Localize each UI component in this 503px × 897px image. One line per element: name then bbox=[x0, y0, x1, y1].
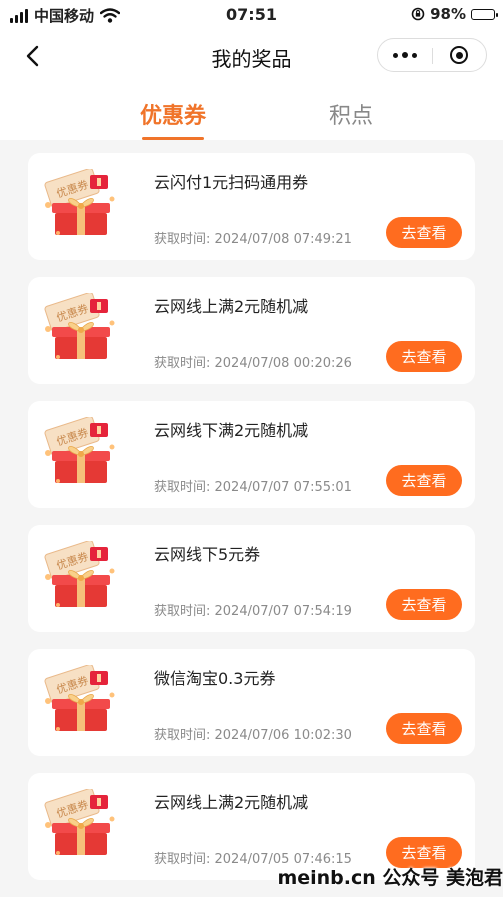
view-coupon-button[interactable]: 去查看 bbox=[386, 589, 462, 620]
more-icon[interactable] bbox=[378, 39, 432, 71]
coupon-title: 云网线上满2元随机减 bbox=[154, 297, 309, 316]
status-bar: 中国移动 07:51 98% bbox=[0, 0, 503, 30]
view-coupon-button[interactable]: 去查看 bbox=[386, 713, 462, 744]
coupon-title: 微信淘宝0.3元券 bbox=[154, 669, 276, 688]
gift-box-icon: 优惠券 bbox=[42, 664, 120, 735]
battery-icon bbox=[471, 8, 498, 20]
coupon-card: 优惠券 微信淘宝0.3元券 获取时间: 2024/07/06 10:02:30 … bbox=[28, 649, 475, 756]
battery-percent: 98% bbox=[430, 5, 466, 23]
coupon-card: 优惠券 云闪付1元扫码通用券 获取时间: 2024/07/08 07:49:21… bbox=[28, 153, 475, 260]
coupon-title: 云网线下满2元随机减 bbox=[154, 421, 309, 440]
coupon-list: 优惠券 云闪付1元扫码通用券 获取时间: 2024/07/08 07:49:21… bbox=[28, 153, 475, 897]
coupon-time: 获取时间: 2024/07/06 10:02:30 bbox=[154, 728, 352, 743]
close-mini-program-icon[interactable] bbox=[432, 39, 486, 71]
tab-coupons[interactable]: 优惠券 bbox=[113, 98, 233, 130]
mini-program-capsule bbox=[377, 38, 487, 72]
view-coupon-button[interactable]: 去查看 bbox=[386, 465, 462, 496]
nav-bar: 我的奖品 bbox=[0, 30, 503, 82]
coupon-time: 获取时间: 2024/07/08 07:49:21 bbox=[154, 232, 352, 247]
status-right: 98% bbox=[411, 5, 498, 23]
watermark: meinb.cn 公众号 美泡君 bbox=[277, 867, 503, 889]
coupon-card: 优惠券 云网线上满2元随机减 获取时间: 2024/07/08 00:20:26… bbox=[28, 277, 475, 384]
coupon-time: 获取时间: 2024/07/07 07:54:19 bbox=[154, 604, 352, 619]
gift-box-icon: 优惠券 bbox=[42, 168, 120, 239]
view-coupon-button[interactable]: 去查看 bbox=[386, 341, 462, 372]
coupon-time: 获取时间: 2024/07/07 07:55:01 bbox=[154, 480, 352, 495]
coupon-title: 云网线上满2元随机减 bbox=[154, 793, 309, 812]
active-tab-indicator bbox=[142, 137, 204, 140]
gift-box-icon: 优惠券 bbox=[42, 416, 120, 487]
view-coupon-button[interactable]: 去查看 bbox=[386, 217, 462, 248]
gift-box-icon: 优惠券 bbox=[42, 788, 120, 859]
orientation-lock-icon bbox=[411, 7, 425, 21]
coupon-title: 云网线下5元券 bbox=[154, 545, 261, 564]
coupon-title: 云闪付1元扫码通用券 bbox=[154, 173, 309, 192]
coupon-card: 优惠券 云网线下5元券 获取时间: 2024/07/07 07:54:19 去查… bbox=[28, 525, 475, 632]
coupon-time: 获取时间: 2024/07/08 00:20:26 bbox=[154, 356, 352, 371]
gift-box-icon: 优惠券 bbox=[42, 292, 120, 363]
gift-box-icon: 优惠券 bbox=[42, 540, 120, 611]
tab-points[interactable]: 积点 bbox=[291, 98, 411, 130]
tab-bar: 优惠券 积点 bbox=[0, 82, 503, 140]
coupon-card: 优惠券 云网线下满2元随机减 获取时间: 2024/07/07 07:55:01… bbox=[28, 401, 475, 508]
